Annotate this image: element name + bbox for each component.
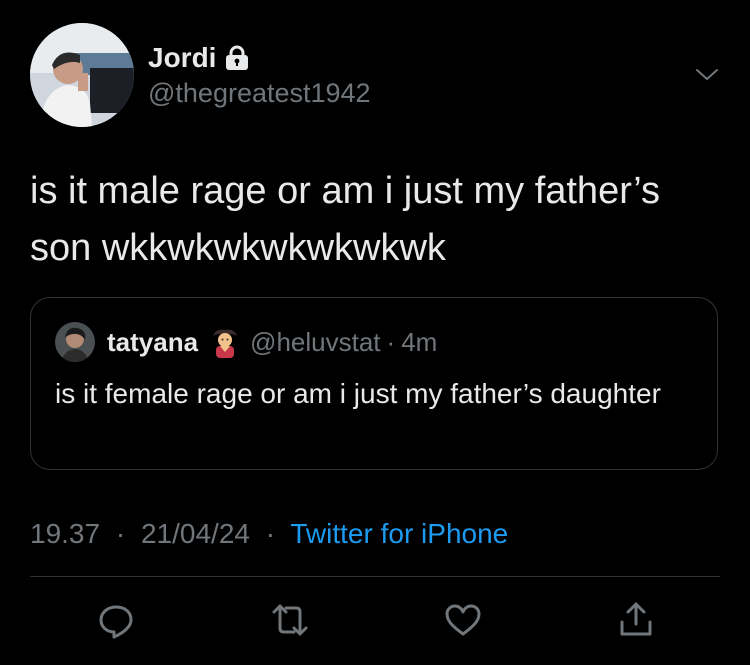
action-bar [0, 600, 750, 640]
genie-emoji-icon [213, 329, 238, 358]
quoted-handle: @heluvstat [250, 326, 381, 357]
retweet-icon [272, 604, 308, 636]
quoted-time: 4m [401, 326, 438, 357]
tweet-text: is it male rage or am i just my father’s… [30, 170, 661, 269]
retweet-button[interactable] [270, 600, 310, 640]
meta-separator: · [115, 518, 126, 549]
share-button[interactable] [616, 600, 656, 640]
tweet-meta: 19.37 · 21/04/24 · Twitter for iPhone [30, 518, 508, 550]
share-icon [620, 602, 652, 636]
author-name[interactable]: Jordi [148, 42, 216, 74]
tweet-date: 21/04/24 [140, 518, 250, 549]
quoted-tweet[interactable]: tatyana @heluvstat · 4m is it female rag… [30, 297, 718, 470]
quoted-text: is it female rage or am i just my father… [55, 378, 661, 409]
like-icon [445, 604, 481, 636]
quoted-separator: · [386, 326, 396, 357]
chevron-down-icon[interactable] [692, 62, 722, 86]
quoted-avatar [55, 322, 95, 362]
tweet-time: 19.37 [30, 518, 101, 549]
lock-icon [226, 45, 249, 70]
tweet-source-link[interactable]: Twitter for iPhone [290, 518, 508, 549]
reply-icon [99, 605, 133, 639]
divider [30, 576, 720, 577]
like-button[interactable] [443, 600, 483, 640]
meta-separator: · [265, 518, 276, 549]
reply-button[interactable] [96, 600, 136, 640]
author-handle[interactable]: @thegreatest1942 [148, 78, 371, 109]
author-avatar[interactable] [30, 23, 134, 127]
quoted-author-name: tatyana [107, 326, 199, 357]
